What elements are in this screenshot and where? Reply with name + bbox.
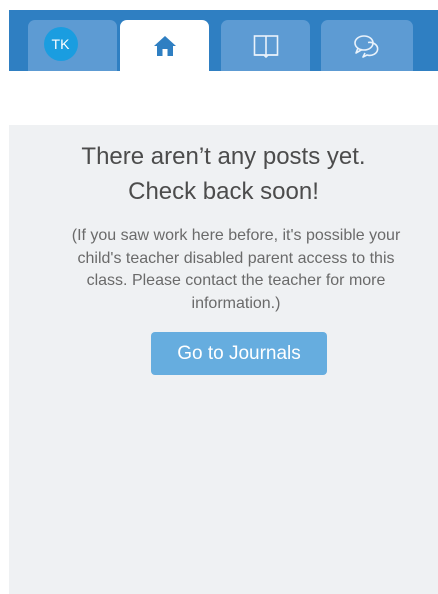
- journal-book-icon: [253, 34, 279, 58]
- empty-state-note: (If you saw work here before, it's possi…: [71, 227, 401, 312]
- tab-journals[interactable]: [221, 20, 310, 71]
- header-spacer: [9, 71, 438, 125]
- app-frame: TK There aren’t any posts yet. Check bac…: [0, 0, 438, 594]
- tab-profile[interactable]: TK: [28, 20, 117, 71]
- left-edge: [0, 0, 9, 594]
- top-nav-bar-top: [9, 0, 438, 10]
- empty-state-heading-line2: Check back soon!: [128, 178, 319, 205]
- tab-messages[interactable]: [321, 20, 413, 71]
- tab-home[interactable]: [120, 20, 209, 71]
- empty-posts-panel: There aren’t any posts yet. Check back s…: [9, 125, 438, 594]
- home-icon: [153, 35, 177, 57]
- chat-bubbles-icon: [353, 33, 381, 59]
- go-to-journals-button[interactable]: Go to Journals: [151, 332, 327, 375]
- empty-state-heading-line1: There aren’t any posts yet.: [81, 143, 366, 170]
- avatar: TK: [43, 26, 78, 61]
- empty-state-heading: There aren’t any posts yet. Check back s…: [9, 139, 438, 209]
